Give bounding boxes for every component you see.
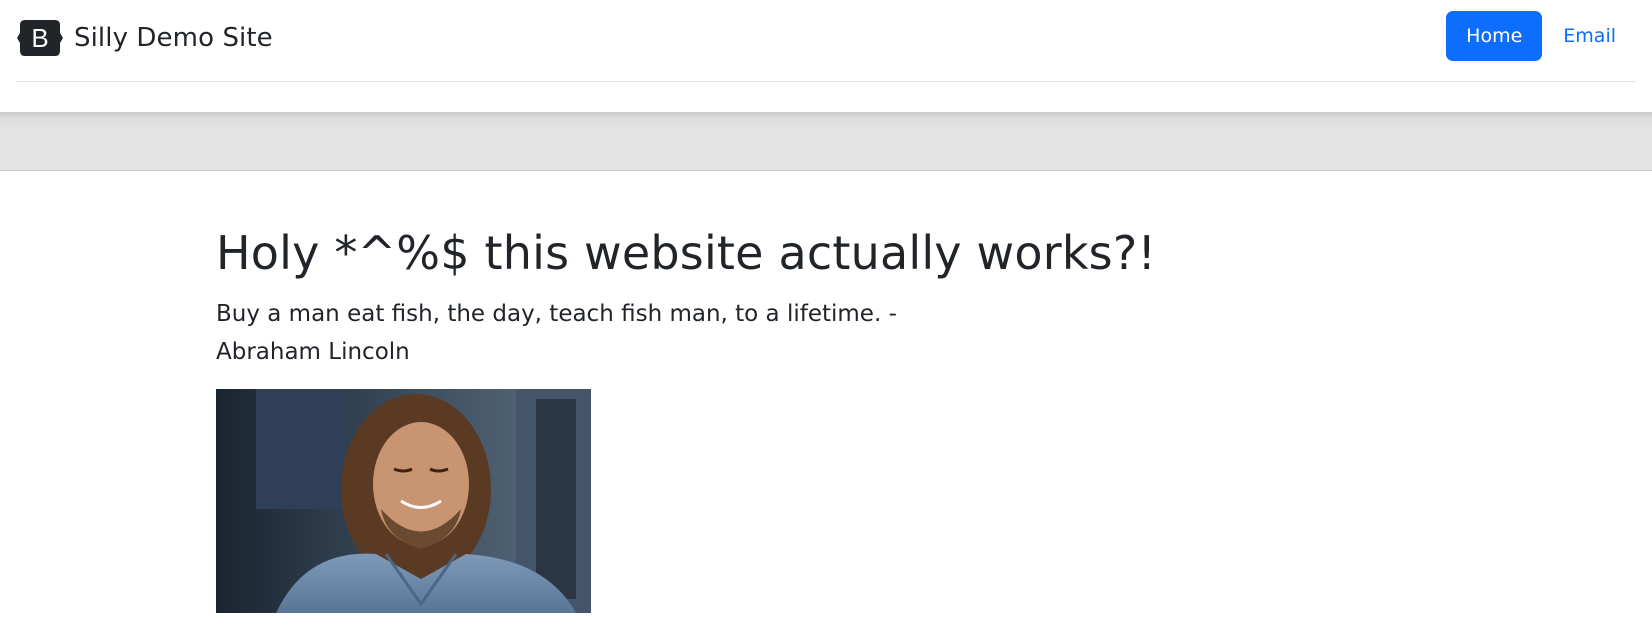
bootstrap-logo-icon: B bbox=[16, 18, 64, 58]
navbar: B Silly Demo Site Home Email bbox=[0, 0, 1652, 112]
gif-image bbox=[216, 389, 591, 614]
page-headline: Holy *^%$ this website actually works?! bbox=[216, 226, 1157, 280]
nav-email-link[interactable]: Email bbox=[1543, 11, 1636, 61]
svg-text:B: B bbox=[31, 23, 48, 53]
brand-title: Silly Demo Site bbox=[74, 23, 273, 53]
main-content: Holy *^%$ this website actually works?! … bbox=[216, 226, 1216, 614]
brand-link[interactable]: B Silly Demo Site bbox=[16, 15, 273, 61]
navbar-inner: B Silly Demo Site Home Email bbox=[16, 0, 1636, 82]
quote-text: Buy a man eat fish, the day, teach fish … bbox=[216, 301, 897, 366]
nav-links: Home Email bbox=[1446, 11, 1636, 61]
gray-banner bbox=[0, 112, 1652, 171]
nav-home-link[interactable]: Home bbox=[1446, 11, 1543, 61]
